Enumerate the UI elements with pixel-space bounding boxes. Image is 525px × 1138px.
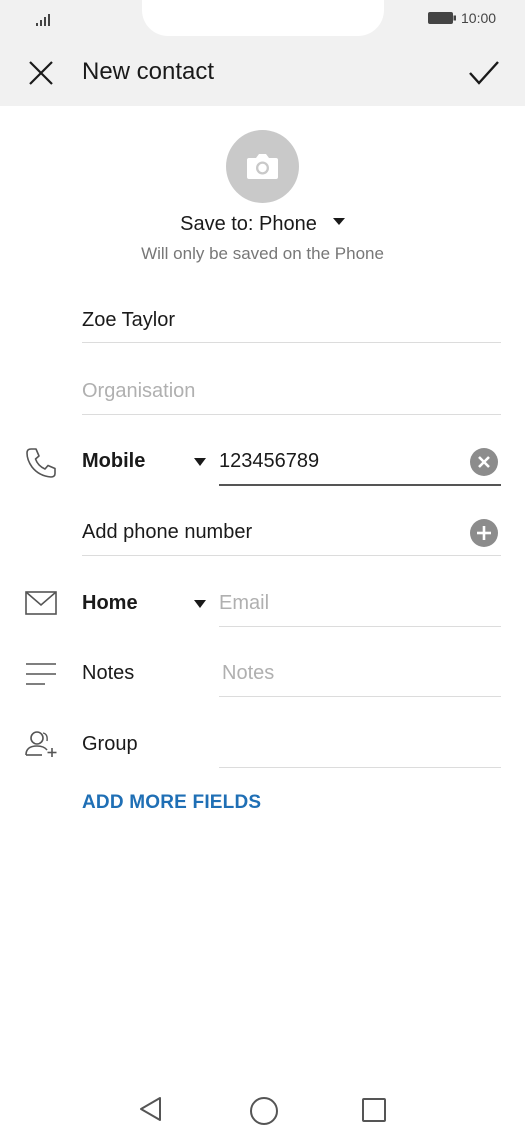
clear-icon[interactable] bbox=[470, 448, 498, 476]
organisation-field-underline bbox=[82, 414, 501, 415]
add-more-fields-button[interactable]: ADD MORE FIELDS bbox=[82, 792, 261, 814]
battery-icon bbox=[428, 12, 456, 24]
group-add-icon bbox=[25, 731, 57, 757]
page-title: New contact bbox=[82, 58, 215, 85]
nav-home-icon[interactable] bbox=[250, 1097, 278, 1125]
check-icon[interactable] bbox=[468, 58, 500, 88]
phone-icon bbox=[26, 448, 56, 478]
group-field-underline[interactable] bbox=[219, 767, 501, 768]
email-input[interactable]: Email bbox=[219, 592, 269, 615]
dropdown-arrow-icon bbox=[332, 218, 345, 226]
mail-icon bbox=[25, 591, 57, 615]
notes-input-underline bbox=[219, 696, 501, 697]
signal-icon bbox=[36, 14, 50, 26]
status-time: 10:00 bbox=[461, 10, 497, 26]
camera-icon bbox=[247, 154, 278, 179]
phone-type-dropdown-icon[interactable] bbox=[194, 458, 206, 466]
phone-input[interactable]: 123456789 bbox=[219, 450, 319, 473]
notes-label: Notes bbox=[82, 662, 135, 684]
close-icon[interactable] bbox=[28, 60, 54, 86]
save-to-selector[interactable]: Save to: Phone bbox=[0, 213, 525, 236]
add-phone-number-button[interactable]: Add phone number bbox=[82, 521, 252, 544]
nav-recent-apps-icon[interactable] bbox=[362, 1098, 386, 1122]
name-field-underline bbox=[82, 342, 501, 343]
organisation-field[interactable]: Organisation bbox=[82, 380, 195, 403]
nav-back-icon[interactable] bbox=[138, 1096, 164, 1122]
phone-input-underline bbox=[219, 484, 501, 486]
name-field[interactable]: Zoe Taylor bbox=[82, 309, 175, 332]
save-to-label: Save to: Phone bbox=[180, 213, 317, 235]
phone-type-label[interactable]: Mobile bbox=[82, 450, 145, 473]
email-type-label[interactable]: Home bbox=[82, 592, 138, 615]
add-phone-underline bbox=[82, 555, 501, 556]
app-header bbox=[0, 40, 525, 106]
add-circle-icon[interactable] bbox=[470, 519, 498, 547]
notes-input[interactable]: Notes bbox=[222, 662, 274, 685]
display-notch bbox=[142, 0, 384, 36]
save-to-subtitle: Will only be saved on the Phone bbox=[141, 244, 384, 263]
notes-icon bbox=[26, 663, 56, 685]
contact-photo-button[interactable] bbox=[226, 130, 299, 203]
email-input-underline bbox=[219, 626, 501, 627]
email-type-dropdown-icon[interactable] bbox=[194, 600, 206, 608]
group-label: Group bbox=[82, 733, 138, 755]
